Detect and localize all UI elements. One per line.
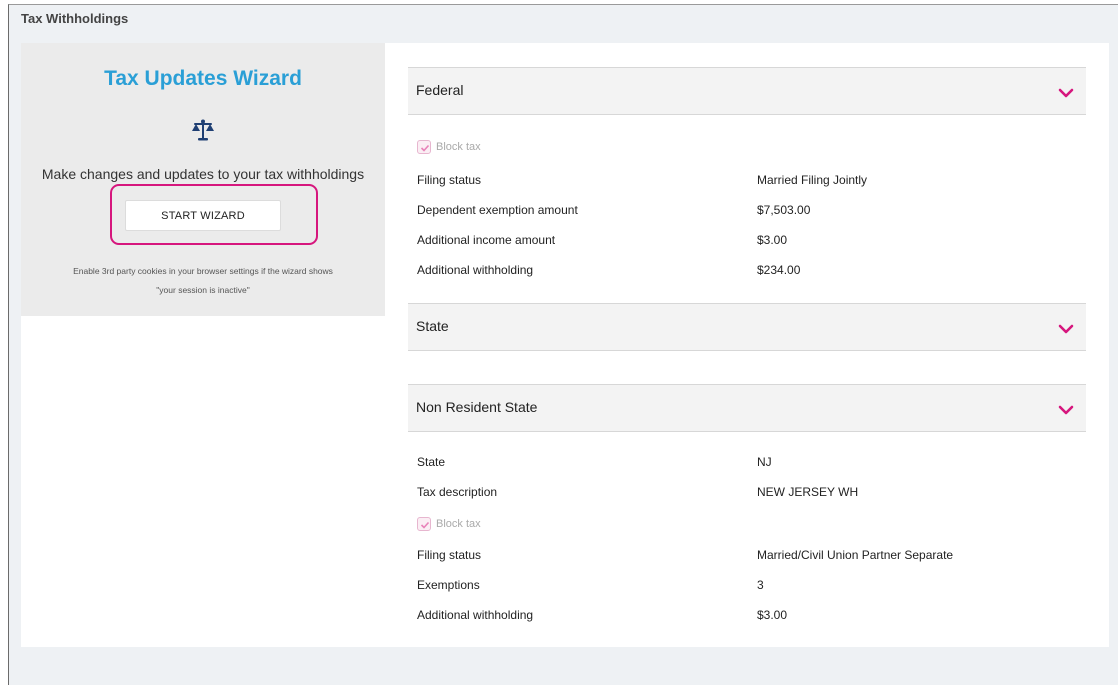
cookie-note: Enable 3rd party cookies in your browser…: [41, 262, 365, 300]
tax-withholdings-frame: Tax Withholdings Tax Updates Wizard Make…: [8, 4, 1118, 685]
row-label: Additional income amount: [417, 233, 556, 247]
withholdings-panel: Federal Block tax Filing status Married …: [385, 43, 1109, 647]
row-value: $234.00: [757, 263, 801, 277]
row-value: NEW JERSEY WH: [757, 485, 859, 499]
chevron-down-icon[interactable]: [1058, 86, 1074, 98]
non-resident-block-tax-checkbox[interactable]: Block tax: [417, 517, 481, 531]
chevron-down-icon[interactable]: [1058, 403, 1074, 415]
federal-row: Additional income amount $3.00: [417, 233, 1077, 253]
row-label: Dependent exemption amount: [417, 203, 578, 217]
row-value: $3.00: [757, 233, 788, 247]
row-label: Additional withholding: [417, 608, 534, 622]
row-label: Filing status: [417, 548, 482, 562]
wizard-description: Make changes and updates to your tax wit…: [41, 166, 365, 182]
non-resident-block-tax-label: Block tax: [436, 518, 481, 530]
federal-row: Additional withholding $234.00: [417, 263, 1077, 283]
non-resident-row: Tax description NEW JERSEY WH: [417, 485, 1077, 505]
row-value: NJ: [757, 455, 772, 469]
tax-wizard-card: Tax Updates Wizard Make changes and upda…: [21, 43, 385, 316]
accordion-state[interactable]: State: [408, 303, 1086, 351]
start-wizard-button[interactable]: START WIZARD: [125, 200, 281, 231]
federal-row: Dependent exemption amount $7,503.00: [417, 203, 1077, 223]
wizard-title: Tax Updates Wizard: [104, 67, 302, 90]
cookie-note-line1: Enable 3rd party cookies in your browser…: [73, 266, 333, 276]
row-value: Married Filing Jointly: [757, 173, 868, 187]
accordion-non-resident-title: Non Resident State: [416, 399, 538, 415]
row-label: Exemptions: [417, 578, 480, 592]
accordion-non-resident-state[interactable]: Non Resident State: [408, 384, 1086, 432]
chevron-down-icon[interactable]: [1058, 322, 1074, 334]
accordion-state-title: State: [416, 318, 449, 334]
accordion-federal-title: Federal: [416, 82, 464, 98]
row-value: Married/Civil Union Partner Separate: [757, 548, 954, 562]
row-label: Filing status: [417, 173, 482, 187]
accordion-federal[interactable]: Federal: [408, 67, 1086, 115]
checkbox-checked-icon[interactable]: [417, 140, 431, 154]
row-value: 3: [757, 578, 764, 592]
row-value: $7,503.00: [757, 203, 811, 217]
row-label: State: [417, 455, 446, 469]
row-label: Additional withholding: [417, 263, 534, 277]
federal-row: Filing status Married Filing Jointly: [417, 173, 1077, 193]
checkbox-checked-icon[interactable]: [417, 517, 431, 531]
wizard-column-blank: [21, 316, 385, 647]
non-resident-row: Filing status Married/Civil Union Partne…: [417, 548, 1077, 568]
scale-icon: [191, 119, 215, 141]
non-resident-row: State NJ: [417, 455, 1077, 475]
non-resident-row: Additional withholding $3.00: [417, 608, 1077, 628]
federal-block-tax-label: Block tax: [436, 141, 481, 153]
row-value: $3.00: [757, 608, 788, 622]
non-resident-row: Exemptions 3: [417, 578, 1077, 598]
row-label: Tax description: [417, 485, 498, 499]
cookie-note-line2: "your session is inactive": [156, 285, 250, 295]
section-title: Tax Withholdings: [21, 11, 129, 26]
federal-block-tax-checkbox[interactable]: Block tax: [417, 140, 481, 154]
